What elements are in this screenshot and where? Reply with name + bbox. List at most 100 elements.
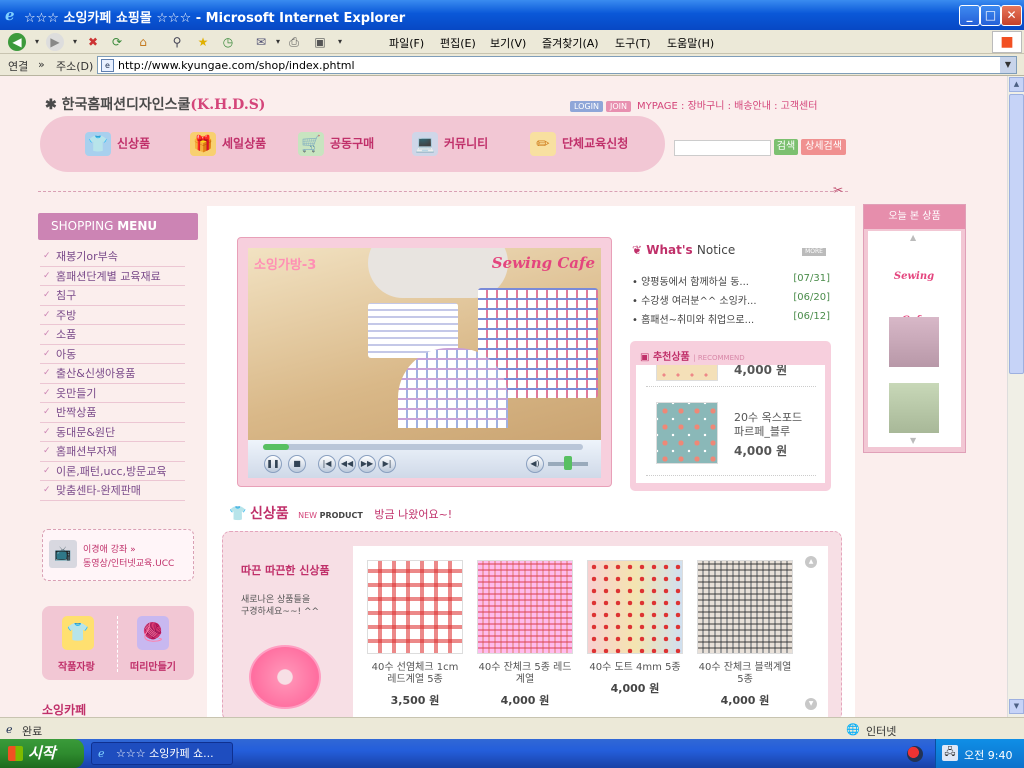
menu-item-bedding[interactable]: 침구 (40, 286, 185, 306)
recent-down-icon[interactable]: ▼ (910, 436, 916, 445)
menu-help[interactable]: 도움말(H) (667, 35, 714, 51)
menu-item-clothing[interactable]: 옷만들기 (40, 384, 185, 403)
favorites-icon[interactable]: ★ (194, 33, 212, 51)
back-dropdown-icon[interactable]: ▾ (28, 33, 46, 51)
next-icon[interactable]: ▶| (378, 455, 396, 473)
maximize-button[interactable]: □ (980, 5, 1001, 26)
nav-group-edu[interactable]: ✏ 단체교육신청 (530, 132, 628, 156)
menu-edit[interactable]: 편집(E) (440, 35, 476, 51)
product-card[interactable]: 40수 잔체크 5종 레드계열 4,000 원 (477, 560, 573, 708)
network-icon[interactable]: 🖧 (942, 745, 958, 761)
scroll-up-arrow-icon[interactable]: ▲ (1009, 77, 1024, 92)
minimize-button[interactable]: _ (959, 5, 980, 26)
notice-row[interactable]: • 홈패션~취미와 취업으로... [06/12] (632, 311, 830, 326)
menu-item-fabric[interactable]: 동대문&원단 (40, 423, 185, 442)
mail-icon[interactable]: ✉ (252, 33, 270, 51)
menu-item-theory[interactable]: 이론,패턴,ucc,방문교육 (40, 462, 185, 481)
volume-icon[interactable]: ◀) (526, 455, 544, 473)
pause-icon[interactable]: ❚❚ (264, 455, 282, 473)
menu-tools[interactable]: 도구(T) (615, 35, 651, 51)
menu-item-notions[interactable]: 홈패션부자재 (40, 442, 185, 462)
product-card[interactable]: 40수 도트 4mm 5종 4,000 원 (587, 560, 683, 696)
clock[interactable]: 오전 9:40 (964, 747, 1012, 763)
product-image[interactable] (587, 560, 683, 654)
menu-view[interactable]: 보기(V) (490, 35, 526, 51)
refresh-icon[interactable]: ⟳ (108, 33, 126, 51)
history-icon[interactable]: ◷ (219, 33, 237, 51)
recommend-name[interactable]: 20수 옥스포드 파르페_블루 (734, 411, 802, 439)
gallery-link[interactable]: 작품자랑 (58, 658, 95, 673)
prev-icon[interactable]: |◀ (318, 455, 336, 473)
forward-icon[interactable]: ▶ (46, 33, 64, 51)
notice-row[interactable]: • 수강생 여러분^^ 소잉카... [06/20] (632, 292, 830, 307)
mypage-links[interactable]: MYPAGE : 장바구니 : 배송안내 : 고객센터 (637, 101, 817, 112)
menu-item-accessories[interactable]: 소품 (40, 325, 185, 345)
recent-item[interactable]: Sewing Cafe (889, 255, 939, 326)
scroll-thumb[interactable] (1009, 94, 1024, 374)
search-icon[interactable]: ⚲ (168, 33, 186, 51)
scroll-down-icon[interactable]: ▼ (805, 698, 817, 710)
ucc-banner[interactable]: 📺 이경애 강좌 » 동영상/인터넷교육.UCC (42, 529, 194, 581)
scroll-down-arrow-icon[interactable]: ▼ (1009, 699, 1024, 714)
home-icon[interactable]: ⌂ (134, 33, 152, 51)
links-chevron-icon[interactable]: » (38, 58, 45, 71)
rewind-icon[interactable]: ◀◀ (338, 455, 356, 473)
login-button[interactable]: LOGIN (570, 101, 604, 112)
site-logo[interactable]: ✱ 한국홈패션디자인스쿨(K.H.D.S) (45, 94, 265, 114)
notice-more-button[interactable]: MORE (802, 248, 826, 256)
address-dropdown-icon[interactable]: ▼ (1000, 57, 1016, 73)
menu-file[interactable]: 파일(F) (389, 35, 424, 51)
edit-dropdown-icon[interactable]: ▾ (331, 33, 349, 51)
sidebar-peek-banner[interactable]: 소잉카페 (42, 701, 86, 717)
scroll-up-icon[interactable]: ▲ (805, 556, 817, 568)
notice-row[interactable]: • 양평동에서 함께하실 동... [07/31] (632, 273, 830, 288)
nav-sale[interactable]: 🎁 세일상품 (190, 132, 266, 156)
recent-item[interactable] (889, 383, 939, 433)
start-button[interactable]: 시작 (0, 739, 84, 768)
product-image[interactable] (697, 560, 793, 654)
window-titlebar[interactable]: ℯ ☆☆☆ 소잉카페 쇼핑몰 ☆☆☆ - Microsoft Internet … (0, 0, 1024, 30)
product-name[interactable]: 40수 잔체크 5종 레드계열 (477, 662, 573, 686)
product-image[interactable] (367, 560, 463, 654)
menu-item-sewing-machine[interactable]: 재봉기or부속 (40, 247, 185, 267)
search-button[interactable]: 검색 (774, 139, 798, 155)
fast-forward-icon[interactable]: ▶▶ (358, 455, 376, 473)
edit-icon[interactable]: ▣ (311, 33, 329, 51)
menu-item-kids[interactable]: 아동 (40, 345, 185, 364)
site-search-input[interactable] (674, 140, 771, 156)
product-image[interactable] (477, 560, 573, 654)
address-input[interactable]: e http://www.kyungae.com/shop/index.phtm… (97, 56, 1017, 74)
product-card[interactable]: 40수 선염체크 1cm 레드계열 5종 3,500 원 (367, 560, 463, 708)
detail-search-button[interactable]: 상세검색 (801, 139, 846, 155)
stop-button-icon[interactable]: ■ (288, 455, 306, 473)
forward-dropdown-icon[interactable]: ▾ (66, 33, 84, 51)
stop-icon[interactable]: ✖ (84, 33, 102, 51)
volume-slider-handle[interactable] (564, 456, 572, 470)
language-indicator-icon[interactable] (907, 746, 923, 762)
product-name[interactable]: 40수 도트 4mm 5종 (587, 662, 683, 674)
menu-item-edu-material[interactable]: 홈패션단계별 교육재료 (40, 267, 185, 286)
menu-favorites[interactable]: 즐겨찾기(A) (542, 35, 599, 51)
menu-item-flash[interactable]: 반짝상품 (40, 403, 185, 423)
recent-item[interactable] (889, 317, 939, 367)
recommend-thumb[interactable] (656, 365, 718, 381)
recent-up-icon[interactable]: ▲ (910, 233, 916, 242)
product-name[interactable]: 40수 잔체크 블랙계열 5종 (697, 662, 793, 686)
taskbar-item-ie[interactable]: ℯ ☆☆☆ 소잉카페 쇼... (91, 742, 233, 765)
nav-community[interactable]: 💻 커뮤니티 (412, 132, 488, 156)
menu-item-custom[interactable]: 맞춤센타-완제판매 (40, 481, 185, 501)
nav-group-buy[interactable]: 🛒 공동구매 (298, 132, 374, 156)
links-label[interactable]: 연결 (8, 58, 28, 74)
close-button[interactable]: ✕ (1001, 5, 1022, 26)
vertical-scrollbar[interactable]: ▲ ▼ (1007, 76, 1024, 717)
product-name[interactable]: 40수 선염체크 1cm 레드계열 5종 (367, 662, 463, 686)
menu-item-kitchen[interactable]: 주방 (40, 306, 185, 325)
video-progress[interactable] (263, 444, 583, 450)
rummage-link[interactable]: 떠리만들기 (130, 658, 176, 673)
print-icon[interactable]: ⎙ (285, 33, 303, 51)
recommend-thumb[interactable] (656, 402, 718, 464)
nav-new-products[interactable]: 👕 신상품 (85, 132, 150, 156)
join-button[interactable]: JOIN (606, 101, 632, 112)
product-card[interactable]: 40수 잔체크 블랙계열 5종 4,000 원 (697, 560, 793, 708)
menu-item-baby[interactable]: 출산&신생아용품 (40, 364, 185, 384)
